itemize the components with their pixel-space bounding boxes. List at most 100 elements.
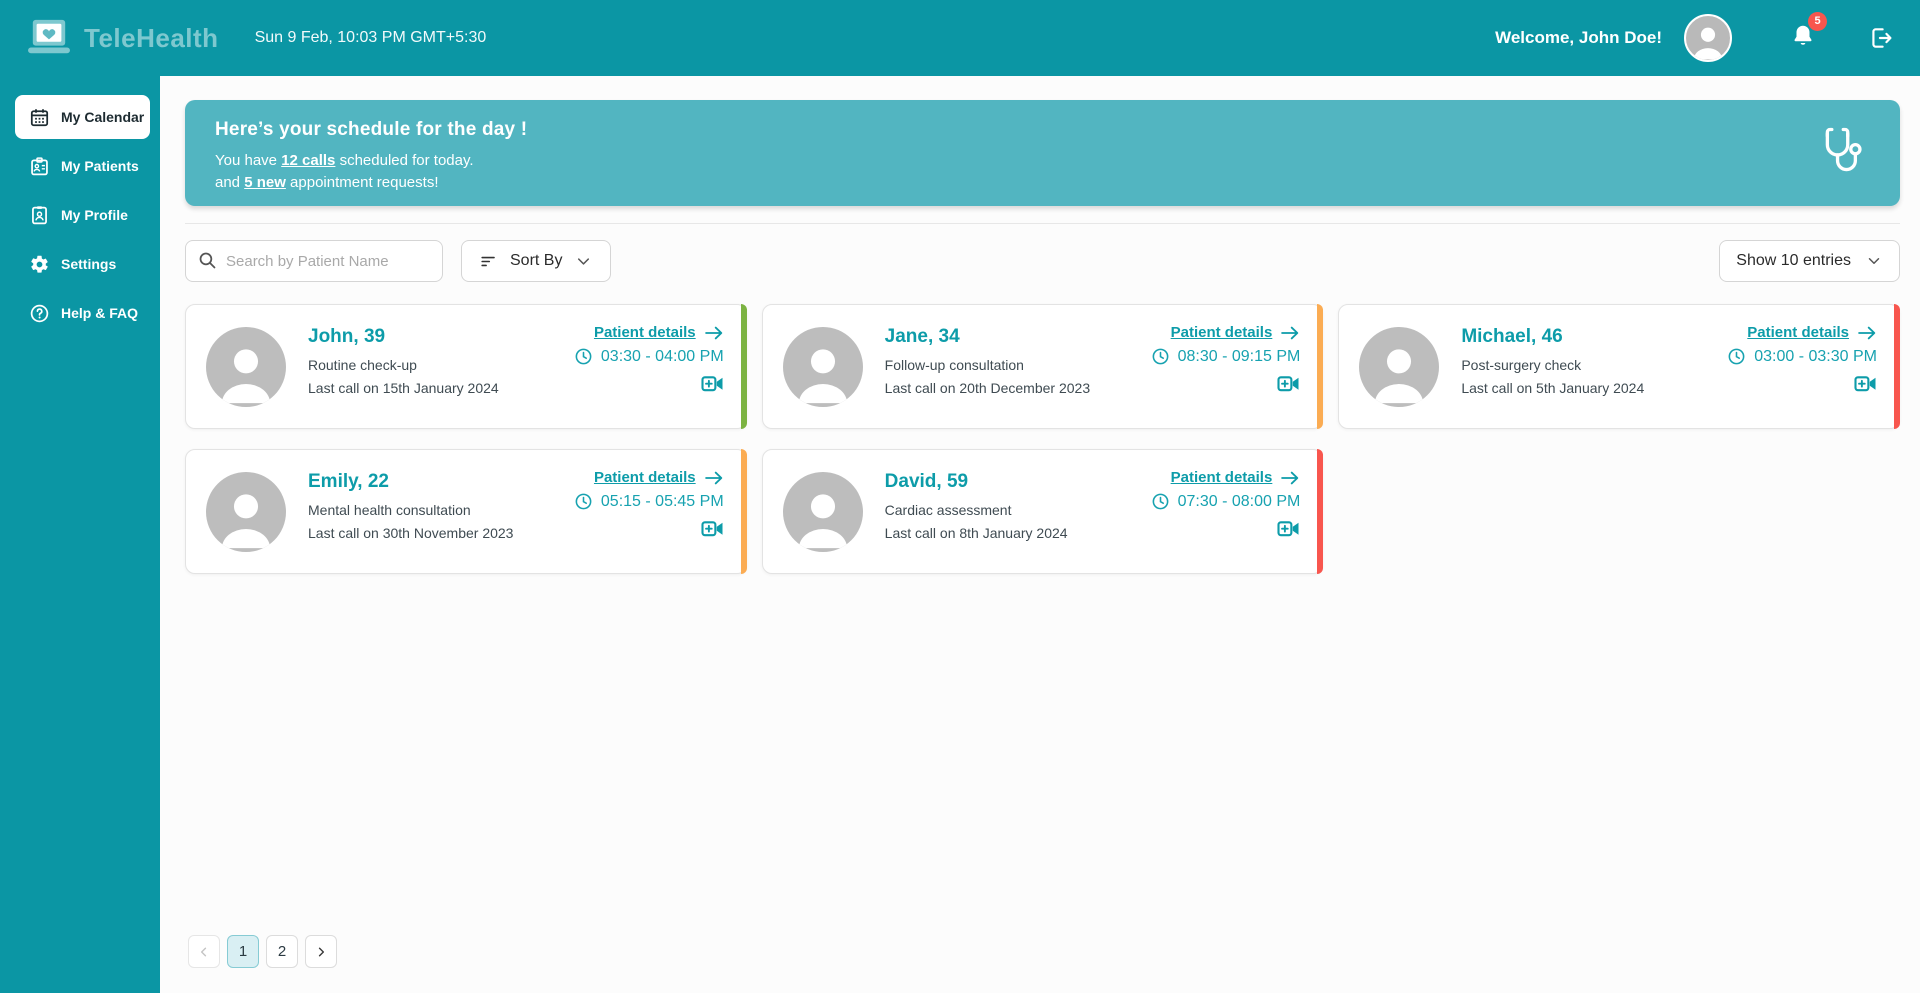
avatar	[782, 471, 863, 552]
notification-badge: 5	[1808, 11, 1827, 31]
consultation-type: Post-surgery check	[1461, 357, 1582, 373]
welcome-text: Welcome, John Doe!	[1495, 28, 1662, 47]
video-call-button[interactable]	[701, 519, 724, 539]
sidebar-item-label: My Profile	[61, 207, 128, 223]
patients-icon	[29, 156, 50, 177]
show-entries-dropdown[interactable]: Show 10 entries	[1719, 240, 1900, 282]
patient-name: David, 59	[884, 471, 969, 492]
patient-details-link[interactable]: Patient details	[1171, 324, 1301, 341]
status-stripe	[1317, 449, 1324, 574]
patient-card: Emily, 22 Mental health consultation Las…	[185, 449, 747, 574]
banner-line1: You have 12 calls scheduled for today.	[215, 152, 474, 169]
appointment-time: 05:15 - 05:45 PM	[574, 492, 724, 511]
status-stripe	[740, 449, 747, 574]
main-content: Here’s your schedule for the day ! You h…	[160, 76, 1920, 993]
person-icon	[212, 338, 280, 406]
patient-name: Emily, 22	[308, 471, 389, 492]
pagination: 1 2	[188, 935, 337, 968]
sidebar-item-help-faq[interactable]: Help & FAQ	[15, 291, 160, 335]
patient-card: David, 59 Cardiac assessment Last call o…	[761, 449, 1324, 574]
clock-icon	[1151, 347, 1170, 366]
search-input[interactable]	[185, 240, 443, 282]
notifications-button[interactable]: 5	[1790, 11, 1827, 54]
chevron-left-icon	[197, 945, 211, 959]
clock-icon	[1151, 492, 1170, 511]
page-button-2[interactable]: 2	[266, 935, 298, 968]
patient-details-link[interactable]: Patient details	[1171, 469, 1301, 486]
video-call-button[interactable]	[1854, 374, 1877, 394]
person-icon	[1365, 338, 1433, 406]
status-stripe	[1894, 304, 1900, 429]
sort-icon	[479, 252, 498, 271]
sidebar-item-label: Help & FAQ	[61, 305, 139, 321]
arrow-right-icon	[704, 325, 724, 341]
search-box	[185, 240, 443, 282]
sidebar-item-my-calendar[interactable]: My Calendar	[15, 95, 150, 139]
video-call-icon	[1277, 374, 1300, 394]
profile-icon	[29, 205, 50, 226]
sidebar-item-my-patients[interactable]: My Patients	[15, 144, 160, 188]
telehealth-logo-icon	[26, 18, 72, 58]
help-icon	[29, 303, 50, 324]
person-icon	[789, 483, 857, 551]
patient-name: Jane, 34	[884, 326, 960, 347]
next-page-button[interactable]	[305, 935, 337, 968]
logout-button[interactable]	[1868, 25, 1894, 51]
sort-by-label: Sort By	[510, 252, 563, 269]
clock-icon	[574, 492, 593, 511]
schedule-banner: Here’s your schedule for the day ! You h…	[185, 100, 1900, 206]
patient-cards-grid: John, 39 Routine check-up Last call on 1…	[185, 304, 1900, 574]
search-icon	[197, 250, 218, 271]
sidebar: My Calendar My Patients My Profile Setti…	[0, 76, 160, 993]
patient-card: Jane, 34 Follow-up consultation Last cal…	[761, 304, 1324, 429]
status-stripe	[740, 304, 747, 429]
brand-name: TeleHealth	[84, 22, 219, 53]
video-call-button[interactable]	[701, 374, 724, 394]
video-call-button[interactable]	[1277, 519, 1300, 539]
person-icon	[212, 483, 280, 551]
avatar	[1359, 326, 1440, 407]
banner-title: Here’s your schedule for the day !	[215, 119, 528, 140]
page-button-1[interactable]: 1	[227, 935, 259, 968]
toolbar: Sort By Show 10 entries	[185, 240, 1900, 282]
top-header: TeleHealth Sun 9 Feb, 10:03 PM GMT+5:30 …	[0, 0, 1920, 76]
patient-details-link[interactable]: Patient details	[594, 324, 724, 341]
calendar-icon	[29, 107, 50, 128]
arrow-right-icon	[704, 470, 724, 486]
status-stripe	[1317, 304, 1324, 429]
avatar	[782, 326, 863, 407]
appointment-time: 07:30 - 08:00 PM	[1151, 492, 1300, 511]
user-avatar[interactable]	[1684, 14, 1732, 62]
divider	[185, 223, 1900, 224]
appointment-time: 08:30 - 09:15 PM	[1151, 347, 1300, 366]
current-datetime: Sun 9 Feb, 10:03 PM GMT+5:30	[254, 29, 487, 46]
patient-details-link[interactable]: Patient details	[1747, 324, 1877, 341]
sidebar-item-settings[interactable]: Settings	[15, 242, 160, 286]
video-call-button[interactable]	[1277, 374, 1300, 394]
calls-count-link[interactable]: 12 calls	[281, 152, 335, 169]
sidebar-item-label: My Calendar	[61, 109, 145, 125]
clock-icon	[1727, 347, 1746, 366]
video-call-icon	[1854, 374, 1877, 394]
last-call-date: Last call on 30th November 2023	[308, 525, 514, 541]
avatar	[206, 471, 286, 552]
prev-page-button[interactable]	[188, 935, 220, 968]
consultation-type: Cardiac assessment	[884, 502, 1012, 518]
chevron-down-icon	[1865, 252, 1883, 270]
arrow-right-icon	[1857, 325, 1877, 341]
patient-name: John, 39	[308, 326, 386, 347]
last-call-date: Last call on 8th January 2024	[884, 525, 1068, 541]
person-icon	[1688, 21, 1728, 61]
patient-details-link[interactable]: Patient details	[594, 469, 724, 486]
chevron-down-icon	[574, 252, 593, 271]
sort-by-button[interactable]: Sort By	[461, 240, 612, 282]
consultation-type: Routine check-up	[308, 357, 417, 373]
arrow-right-icon	[1280, 325, 1300, 341]
video-call-icon	[1277, 519, 1300, 539]
appointment-time: 03:00 - 03:30 PM	[1727, 347, 1877, 366]
new-requests-link[interactable]: 5 new	[244, 174, 286, 191]
person-icon	[789, 338, 857, 406]
sidebar-item-label: My Patients	[61, 158, 139, 174]
banner-line2: and 5 new appointment requests!	[215, 173, 439, 191]
sidebar-item-my-profile[interactable]: My Profile	[15, 193, 160, 237]
